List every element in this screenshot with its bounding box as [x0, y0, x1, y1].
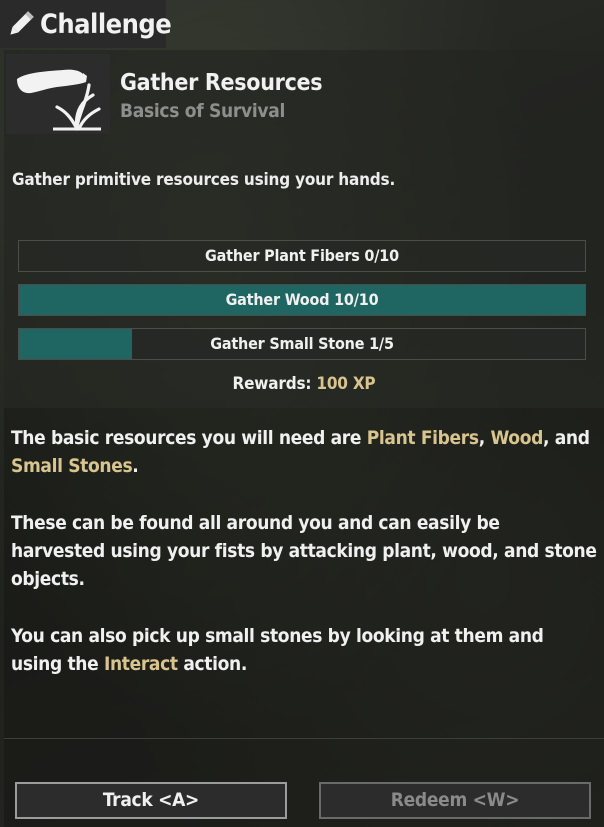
objective-small-stone: Gather Small Stone 1/5	[18, 328, 586, 360]
divider	[4, 738, 604, 739]
rewards: Rewards: 100 XP	[4, 374, 604, 394]
body-text: ,	[478, 427, 491, 449]
pencil-icon	[4, 4, 38, 44]
gather-hand-icon	[6, 54, 110, 134]
objective-wood: Gather Wood 10/10	[18, 284, 586, 316]
highlight-interact: Interact	[103, 653, 178, 675]
objective-label: Gather Small Stone 1/5	[210, 334, 394, 353]
track-button[interactable]: Track <A>	[15, 782, 287, 819]
redeem-button[interactable]: Redeem <W>	[319, 782, 591, 819]
challenge-header: Challenge	[0, 0, 172, 48]
quest-subtitle: Basics of Survival	[120, 100, 286, 122]
header-title: Challenge	[40, 8, 172, 40]
objective-label: Gather Wood 10/10	[225, 290, 379, 309]
objective-plant-fibers: Gather Plant Fibers 0/10	[18, 240, 586, 272]
quest-title: Gather Resources	[120, 70, 323, 96]
challenge-panel: Gather Resources Basics of Survival Gath…	[4, 50, 604, 827]
rewards-value: 100 XP	[316, 374, 376, 394]
highlight-small-stones: Small Stones	[11, 455, 133, 477]
body-text: You can also pick up small stones by loo…	[11, 625, 544, 675]
body-text: action.	[177, 653, 247, 675]
highlight-plant-fibers: Plant Fibers	[366, 427, 479, 449]
objective-label: Gather Plant Fibers 0/10	[205, 246, 399, 265]
quest-description: Gather primitive resources using your ha…	[12, 170, 396, 190]
body-paragraph: The basic resources you will need are Pl…	[11, 424, 597, 480]
body-text: , and	[542, 427, 590, 449]
body-paragraph: You can also pick up small stones by loo…	[11, 622, 597, 678]
highlight-wood: Wood	[490, 427, 543, 449]
body-paragraph: These can be found all around you and ca…	[11, 512, 597, 590]
challenge-body: The basic resources you will need are Pl…	[11, 424, 597, 707]
body-text: The basic resources you will need are	[11, 427, 367, 449]
rewards-label: Rewards:	[232, 374, 312, 394]
body-text: .	[132, 455, 139, 477]
